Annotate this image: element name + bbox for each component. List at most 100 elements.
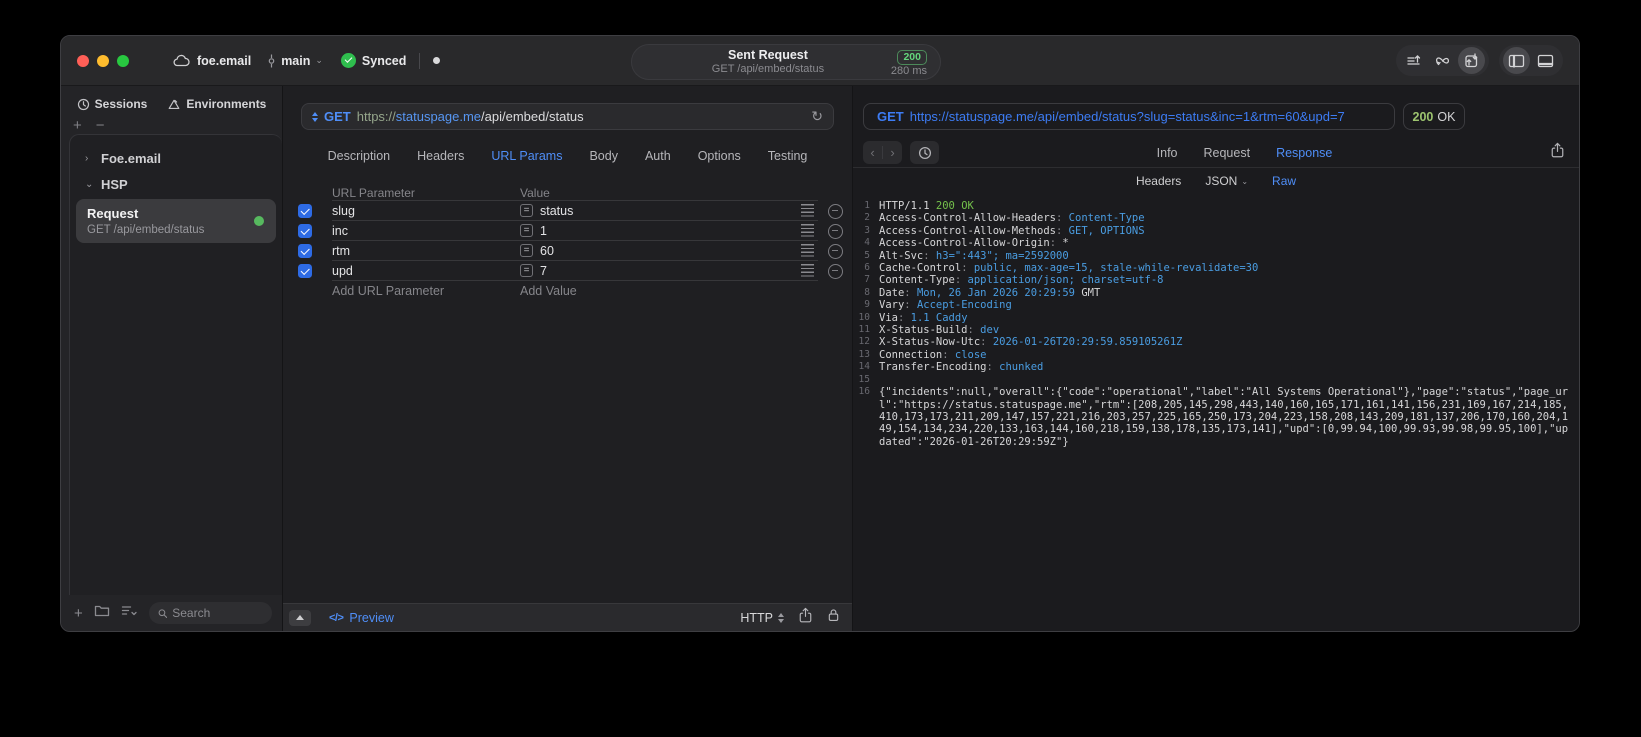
expand-panel-button[interactable] [289, 609, 311, 626]
toggle-sidebar-button[interactable] [1503, 47, 1530, 74]
tab-url-params[interactable]: URL Params [491, 149, 562, 163]
checkbox-checked[interactable] [298, 264, 312, 278]
minimize-window-button[interactable] [97, 54, 109, 67]
project-menu[interactable]: foe.email [173, 54, 251, 68]
subtab-raw[interactable]: Raw [1272, 174, 1296, 188]
code-line: 6 Cache-Control: public, max-age=15, stal… [853, 262, 1571, 274]
environments-icon [168, 99, 180, 109]
tab-body[interactable]: Body [589, 149, 618, 163]
sidebar-search[interactable] [148, 602, 272, 624]
url-scheme: https:// [356, 109, 396, 124]
history-button[interactable] [910, 141, 939, 164]
sort-filter-button[interactable] [121, 604, 138, 622]
drag-handle-icon[interactable] [801, 224, 814, 237]
remove-param-button[interactable] [827, 203, 843, 219]
tab-response[interactable]: Response [1276, 146, 1332, 160]
share-button[interactable] [798, 607, 813, 628]
sent-request-pill[interactable]: Sent Request GET /api/embed/status 200 2… [631, 44, 941, 80]
remove-param-button[interactable] [827, 223, 843, 239]
code-line: 2 Access-Control-Allow-Headers: Content-T… [853, 212, 1571, 224]
line-content: Cache-Control: public, max-age=15, stale… [879, 262, 1259, 275]
preview-button[interactable]: </> Preview [329, 611, 394, 625]
tab-request[interactable]: Request [1204, 146, 1251, 160]
search-input[interactable] [172, 606, 263, 620]
request-url[interactable]: https://statuspage.me/api/embed/status [357, 109, 584, 124]
tree-group-foe-email[interactable]: › Foe.email [70, 145, 282, 171]
line-content: {"incidents":null,"overall":{"code":"ope… [879, 386, 1569, 448]
tree-group-hsp[interactable]: ⌄ HSP [70, 171, 282, 197]
sent-url-box[interactable]: GET https://statuspage.me/api/embed/stat… [863, 103, 1395, 130]
param-name[interactable]: inc [332, 224, 520, 238]
param-value[interactable]: 1 [540, 224, 547, 238]
close-window-button[interactable] [77, 54, 89, 67]
lines-arrow-up-icon [1406, 54, 1420, 65]
request-url-bar[interactable]: GET https://statuspage.me/api/embed/stat… [301, 103, 834, 130]
param-value[interactable]: 7 [540, 264, 547, 278]
drag-handle-icon[interactable] [801, 244, 814, 257]
code-line: 3 Access-Control-Allow-Methods: GET, OPTI… [853, 225, 1571, 237]
unsaved-indicator-dot [433, 57, 441, 64]
sync-status[interactable]: Synced [340, 53, 406, 68]
remove-session-button[interactable] [96, 117, 105, 134]
remove-param-button[interactable] [827, 243, 843, 259]
method-stepper-icon[interactable] [312, 111, 318, 122]
add-parameter-placeholder[interactable]: Add URL Parameter [332, 284, 520, 298]
lock-button[interactable] [827, 608, 840, 627]
remove-param-button[interactable] [827, 263, 843, 279]
line-number: 13 [858, 348, 870, 360]
param-checkbox-zone [283, 264, 332, 278]
add-session-button[interactable] [73, 117, 82, 134]
line-content: Via: 1.1 Caddy [879, 311, 968, 324]
add-request-button[interactable] [74, 605, 83, 622]
line-content [879, 374, 1571, 386]
zoom-window-button[interactable] [117, 54, 129, 67]
param-name[interactable]: slug [332, 204, 520, 218]
resend-request-icon[interactable]: ↻ [811, 108, 823, 125]
forward-button[interactable]: › [883, 145, 902, 160]
tab-description[interactable]: Description [328, 149, 391, 163]
tree-group-label: HSP [101, 176, 128, 192]
param-name[interactable]: rtm [332, 244, 520, 258]
tab-info[interactable]: Info [1157, 146, 1178, 160]
response-status-box: 200 OK [1403, 103, 1465, 130]
tab-auth[interactable]: Auth [645, 149, 671, 163]
subtab-json[interactable]: JSON ⌄ [1205, 174, 1248, 188]
export-response-button[interactable] [1550, 142, 1565, 163]
chevron-down-icon: ⌄ [315, 55, 323, 65]
param-checkbox-zone [283, 224, 332, 238]
method-label[interactable]: GET [324, 109, 351, 124]
import-export-button[interactable] [1458, 47, 1485, 74]
checkbox-checked[interactable] [298, 204, 312, 218]
log-list-button[interactable] [1400, 47, 1427, 74]
checkbox-checked[interactable] [298, 224, 312, 238]
equals-icon [520, 204, 533, 217]
code-line: 9 Vary: Accept-Encoding [853, 299, 1571, 311]
tab-sessions[interactable]: Sessions [77, 97, 147, 111]
lock-icon [828, 609, 839, 621]
new-folder-button[interactable] [94, 604, 110, 622]
tab-testing[interactable]: Testing [768, 149, 808, 163]
param-row-inc: inc 1 [283, 221, 852, 241]
code-line: 10 Via: 1.1 Caddy [853, 312, 1571, 324]
add-value-placeholder[interactable]: Add Value [520, 284, 577, 298]
subtab-headers[interactable]: Headers [1136, 174, 1181, 188]
drag-handle-icon[interactable] [801, 264, 814, 277]
loop-requests-button[interactable] [1429, 47, 1456, 74]
drag-handle-icon[interactable] [801, 204, 814, 217]
branch-selector[interactable]: main ⌄ [267, 54, 323, 68]
param-value[interactable]: 60 [540, 244, 554, 258]
tab-environments[interactable]: Environments [167, 97, 266, 111]
tab-headers[interactable]: Headers [417, 149, 464, 163]
tab-options[interactable]: Options [698, 149, 741, 163]
sidebar-item-request[interactable]: Request GET /api/embed/status [76, 199, 276, 243]
param-row-slug: slug status [283, 201, 852, 221]
checkbox-checked[interactable] [298, 244, 312, 258]
param-value[interactable]: status [540, 204, 573, 218]
toggle-bottom-panel-button[interactable] [1532, 47, 1559, 74]
response-status-code: 200 [1412, 109, 1434, 124]
back-button[interactable]: ‹ [863, 145, 882, 160]
sidebar-tabs: Sessions Environments [61, 92, 282, 116]
add-param-row[interactable]: Add URL Parameter Add Value [283, 281, 852, 301]
protocol-selector[interactable]: HTTP [740, 611, 784, 625]
param-name[interactable]: upd [332, 264, 520, 278]
